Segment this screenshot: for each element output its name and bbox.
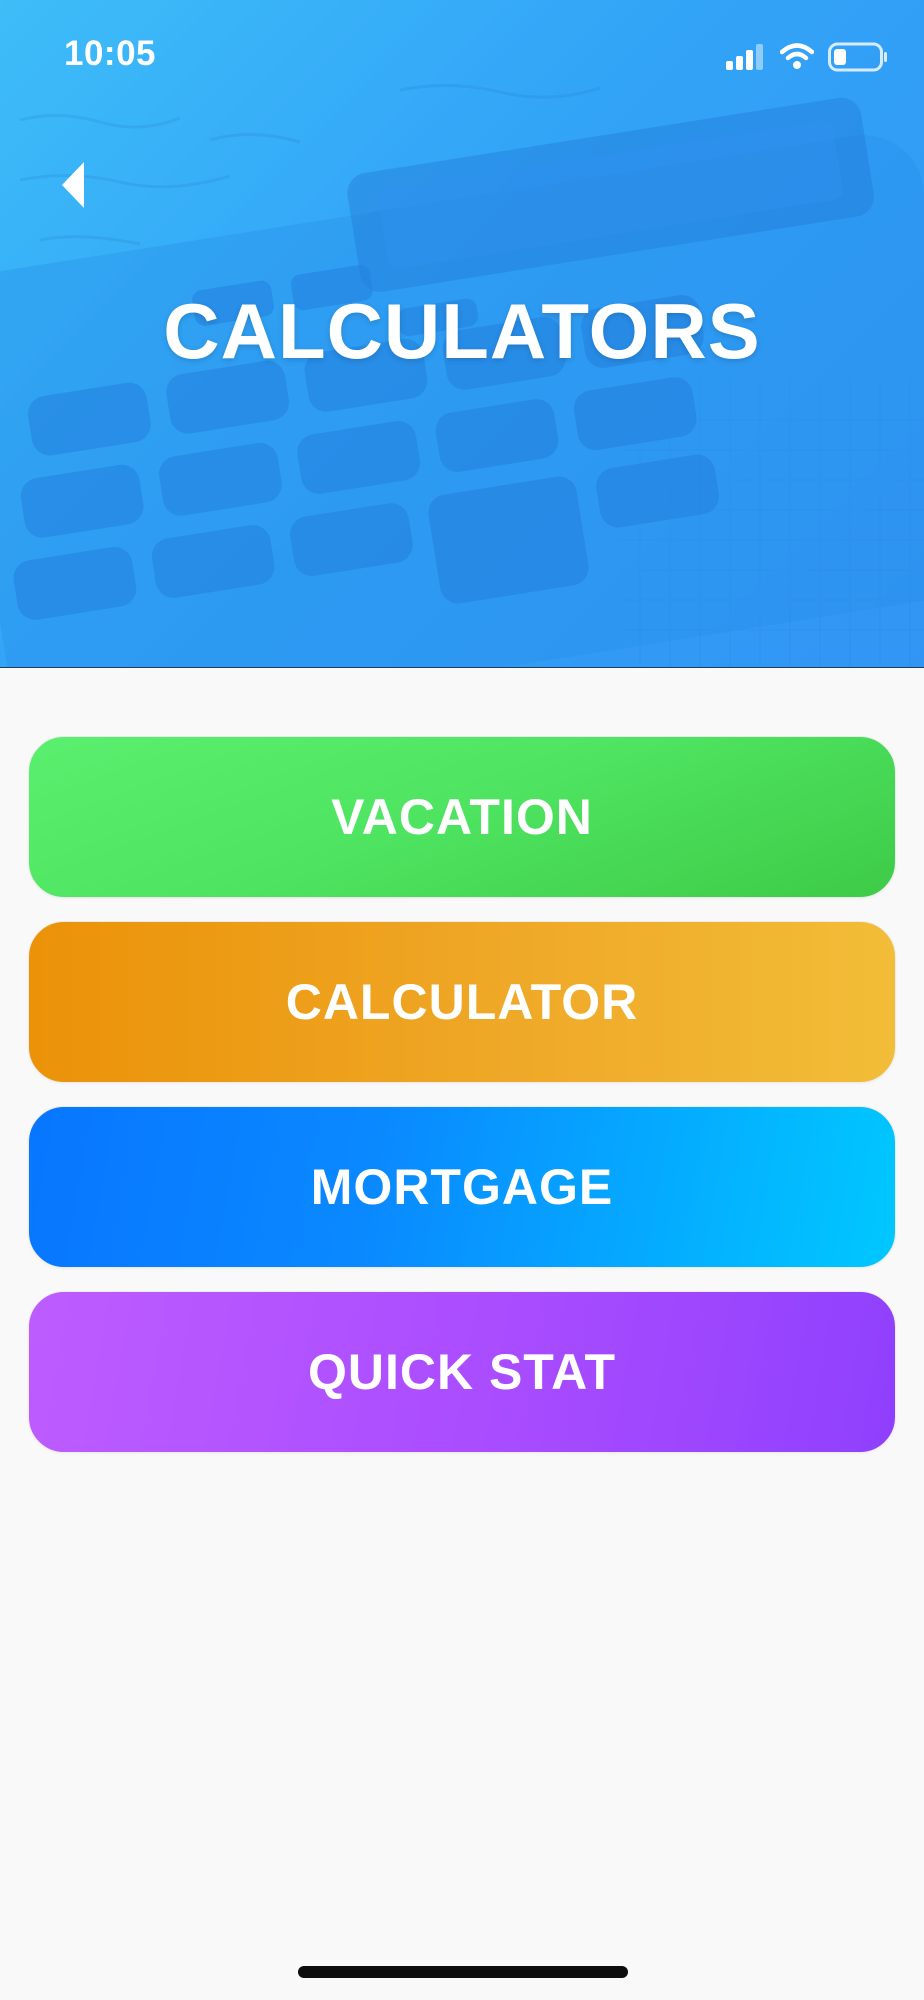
chevron-left-icon xyxy=(62,162,84,208)
calculator-button-label: CALCULATOR xyxy=(285,974,639,1030)
quick-stat-button-label: QUICK STAT xyxy=(307,1344,617,1400)
header-banner: 10:05 CALCULATORS xyxy=(0,0,924,668)
page-title: CALCULATORS xyxy=(163,287,761,375)
signal-icon xyxy=(726,44,763,70)
status-time: 10:05 xyxy=(64,34,157,73)
mortgage-button[interactable]: MORTGAGE xyxy=(28,1106,896,1268)
calculators-screen: 10:05 CALCULATORS VACATION CALCULATOR MO… xyxy=(0,0,924,2000)
status-bar: 10:05 xyxy=(0,0,924,110)
mortgage-button-label: MORTGAGE xyxy=(310,1159,614,1215)
calculator-menu: VACATION CALCULATOR MORTGAGE QUICK STAT xyxy=(28,736,896,1476)
home-indicator[interactable] xyxy=(298,1966,628,1978)
quick-stat-button[interactable]: QUICK STAT xyxy=(28,1291,896,1453)
wifi-icon xyxy=(780,43,814,69)
calculator-button[interactable]: CALCULATOR xyxy=(28,921,896,1083)
battery-icon xyxy=(828,42,887,72)
back-button[interactable] xyxy=(56,156,116,222)
vacation-button-label: VACATION xyxy=(331,789,593,845)
vacation-button[interactable]: VACATION xyxy=(28,736,896,898)
